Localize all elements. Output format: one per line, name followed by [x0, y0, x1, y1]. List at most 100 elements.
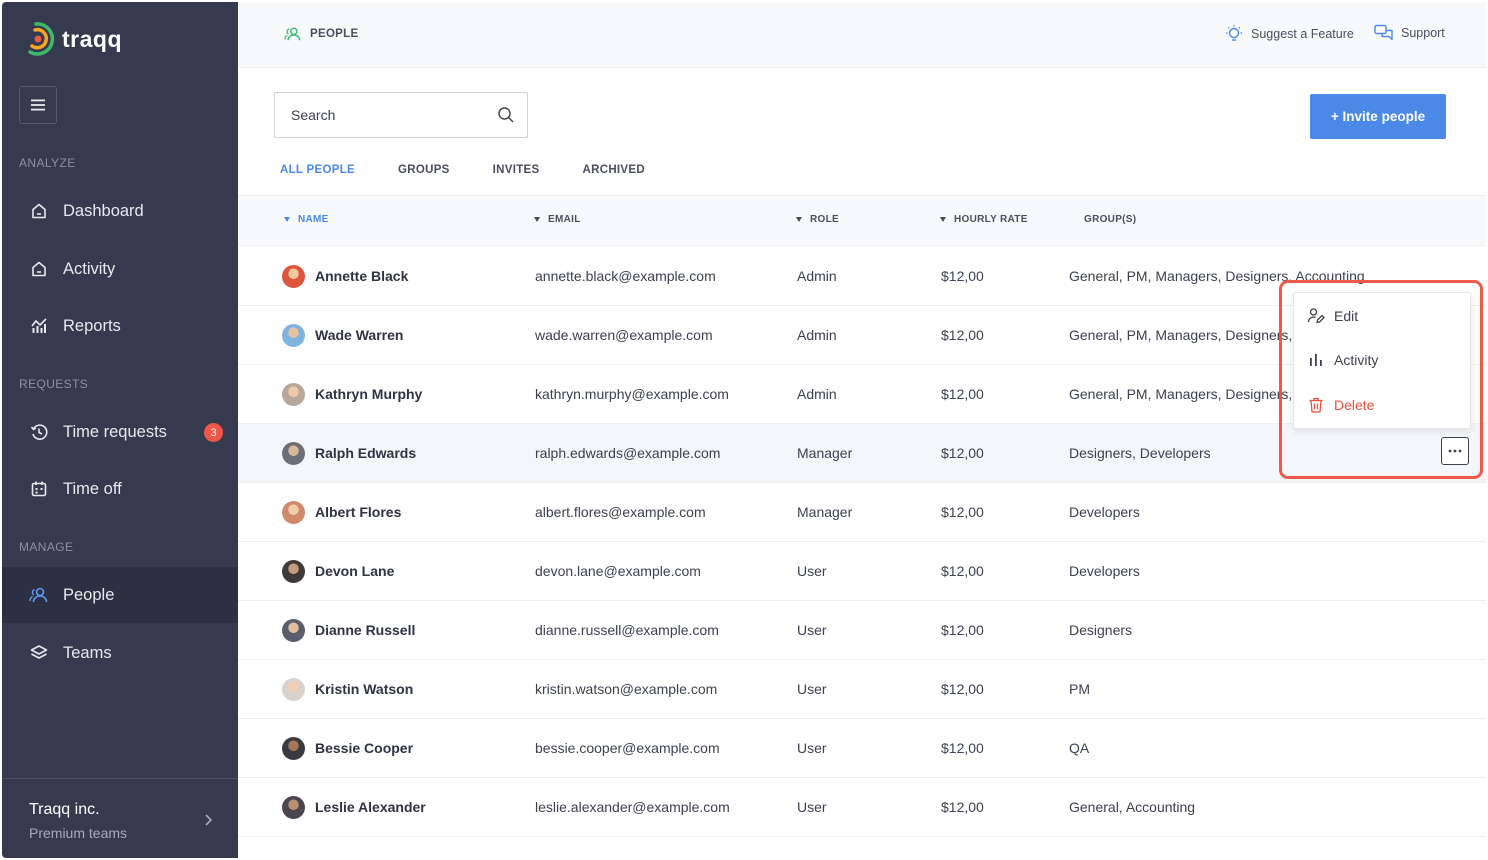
person-email: leslie.alexander@example.com: [535, 799, 730, 815]
person-groups: General, PM, Managers, Designers, A: [1069, 386, 1305, 402]
logo[interactable]: traqq: [24, 20, 122, 58]
column-header-hourly-rate[interactable]: HOURLY RATE: [940, 214, 1028, 225]
sidebar-item-teams[interactable]: Teams: [2, 625, 238, 681]
search-box: [274, 92, 528, 138]
tab-all-people[interactable]: ALL PEOPLE: [280, 164, 355, 197]
person-role: Manager: [797, 504, 853, 520]
avatar: [282, 383, 305, 406]
person-groups: Designers, Developers: [1069, 445, 1211, 461]
person-groups: QA: [1069, 740, 1090, 756]
tab-groups[interactable]: GROUPS: [398, 164, 450, 197]
top-bar: PEOPLE Suggest a Feature Support: [238, 2, 1486, 68]
person-email: kristin.watson@example.com: [535, 681, 718, 697]
section-label-requests: REQUESTS: [19, 377, 89, 391]
person-rate: $12,00: [941, 445, 984, 461]
tab-archived[interactable]: ARCHIVED: [583, 164, 645, 197]
sort-caret-icon: [940, 217, 946, 222]
sidebar-item-reports[interactable]: Reports: [2, 298, 238, 354]
person-role: User: [797, 740, 827, 756]
search-icon[interactable]: [497, 106, 515, 124]
table-header: NAME EMAIL ROLE HOURLY RATE GROUP(S): [238, 196, 1486, 246]
table-row[interactable]: Bessie Cooper bessie.cooper@example.com …: [238, 719, 1486, 778]
bar-chart-icon: [29, 316, 49, 336]
people-icon: [284, 27, 301, 41]
sidebar-item-label: Activity: [63, 259, 116, 278]
person-groups: General, PM, Managers, Designers, A: [1069, 327, 1305, 343]
chevron-right-icon: [205, 814, 213, 826]
home-icon: [29, 201, 49, 221]
menu-item-activity[interactable]: Activity: [1307, 351, 1378, 369]
notification-badge: 3: [204, 423, 223, 442]
tab-invites[interactable]: INVITES: [493, 164, 540, 197]
person-rate: $12,00: [941, 504, 984, 520]
table-row[interactable]: Leslie Alexander leslie.alexander@exampl…: [238, 778, 1486, 837]
person-email: annette.black@example.com: [535, 268, 716, 284]
person-name: Ralph Edwards: [315, 445, 417, 461]
person-email: bessie.cooper@example.com: [535, 740, 720, 756]
column-header-email[interactable]: EMAIL: [534, 214, 581, 225]
person-role: User: [797, 622, 827, 638]
column-header-role[interactable]: ROLE: [796, 214, 839, 225]
person-rate: $12,00: [941, 327, 984, 343]
person-name: Devon Lane: [315, 563, 395, 579]
person-rate: $12,00: [941, 386, 984, 402]
sidebar-item-label: Dashboard: [63, 201, 144, 220]
menu-item-label: Delete: [1334, 397, 1375, 413]
person-role: User: [797, 799, 827, 815]
person-email: wade.warren@example.com: [535, 327, 713, 343]
avatar: [282, 619, 305, 642]
menu-item-label: Activity: [1334, 352, 1379, 368]
menu-item-delete[interactable]: Delete: [1307, 396, 1374, 414]
column-header-name[interactable]: NAME: [284, 214, 329, 225]
chat-icon: [1374, 24, 1393, 41]
sidebar-item-activity[interactable]: Activity: [2, 241, 238, 297]
menu-toggle-button[interactable]: [19, 86, 57, 124]
person-groups: General, Accounting: [1069, 799, 1196, 815]
traqq-logo-icon: [28, 22, 55, 56]
sidebar-item-label: Reports: [63, 316, 121, 335]
support-link[interactable]: Support: [1374, 24, 1445, 42]
organization-switcher[interactable]: Traqq inc. Premium teams: [2, 778, 238, 858]
invite-people-button[interactable]: + Invite people: [1310, 94, 1446, 139]
table-row[interactable]: Albert Flores albert.flores@example.com …: [238, 483, 1486, 542]
menu-item-edit[interactable]: Edit: [1307, 307, 1358, 325]
person-rate: $12,00: [941, 563, 984, 579]
person-role: User: [797, 681, 827, 697]
person-groups: Designers: [1069, 622, 1133, 638]
person-role: Admin: [797, 268, 837, 284]
calendar-icon: [29, 479, 49, 499]
sidebar-item-dashboard[interactable]: Dashboard: [2, 183, 238, 239]
avatar: [282, 442, 305, 465]
lightbulb-icon: [1226, 25, 1242, 41]
table-row[interactable]: Kristin Watson kristin.watson@example.co…: [238, 660, 1486, 719]
person-role: Admin: [797, 386, 837, 402]
person-rate: $12,00: [941, 681, 984, 697]
person-name: Dianne Russell: [315, 622, 416, 638]
sidebar-item-people[interactable]: People: [2, 567, 238, 623]
person-email: devon.lane@example.com: [535, 563, 701, 579]
app-name: traqq: [62, 25, 122, 52]
app-frame: traqq ANALYZE Dashboard Activity Reports…: [0, 0, 1488, 860]
suggest-feature-link[interactable]: Suggest a Feature: [1224, 24, 1354, 44]
bar-chart-icon: [1310, 354, 1322, 366]
sidebar-item-time-requests[interactable]: Time requests 3: [2, 404, 238, 460]
page-title: PEOPLE: [310, 28, 359, 40]
person-rate: $12,00: [941, 740, 984, 756]
avatar: [282, 265, 305, 288]
person-role: User: [797, 563, 827, 579]
edit-user-icon: [1307, 308, 1325, 324]
row-actions-menu: Edit Activity Delete: [1293, 292, 1471, 429]
person-email: ralph.edwards@example.com: [535, 445, 721, 461]
table-row[interactable]: Dianne Russell dianne.russell@example.co…: [238, 601, 1486, 660]
person-name: Bessie Cooper: [315, 740, 414, 756]
section-label-manage: MANAGE: [19, 540, 74, 554]
organization-name: Traqq inc.: [29, 801, 100, 818]
search-input[interactable]: [276, 94, 486, 136]
hamburger-icon: [31, 99, 45, 111]
sidebar-item-time-off[interactable]: Time off: [2, 461, 238, 517]
person-rate: $12,00: [941, 799, 984, 815]
sidebar-item-label: Time requests: [63, 422, 167, 441]
section-label-analyze: ANALYZE: [19, 156, 76, 170]
table-row[interactable]: Devon Lane devon.lane@example.com User $…: [238, 542, 1486, 601]
avatar: [282, 324, 305, 347]
